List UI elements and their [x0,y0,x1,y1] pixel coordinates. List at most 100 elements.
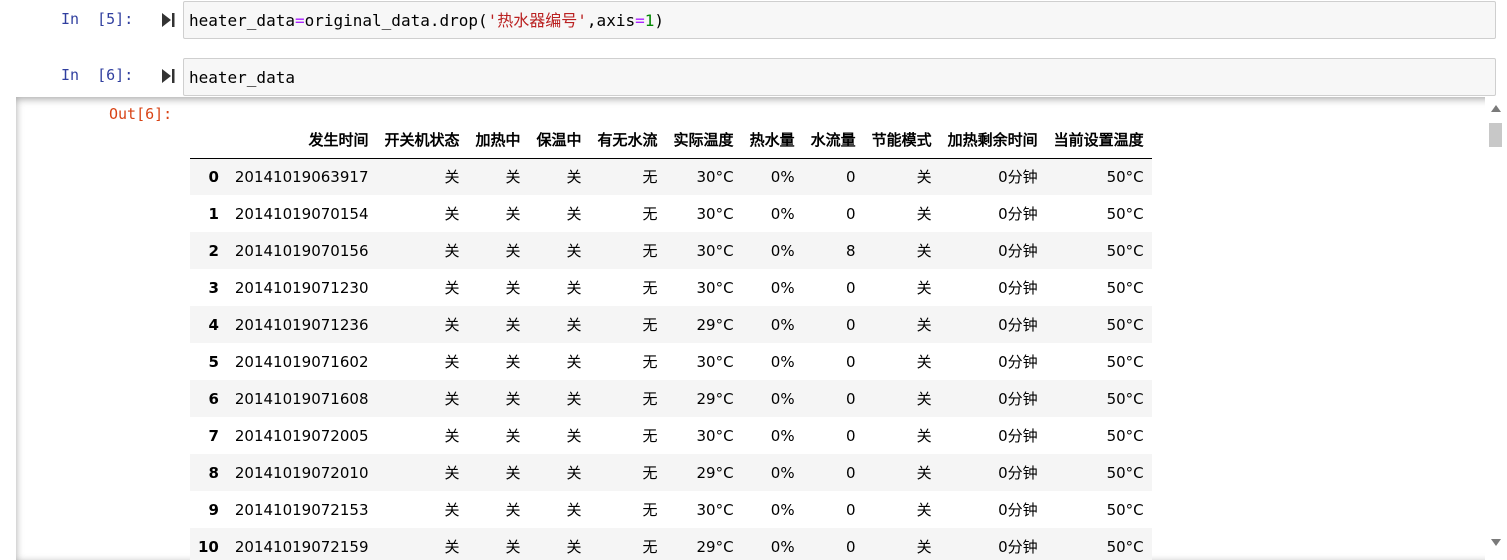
table-cell: 0分钟 [998,390,1038,408]
table-cell: 0% [770,278,795,297]
table-cell: 关 [916,279,932,297]
table-cell: 20141019071230 [234,278,369,297]
table-cell: 关 [444,242,460,260]
table-cell: 关 [916,316,932,334]
table-cell: 关 [444,279,460,297]
table-cell: 0 [846,537,856,556]
table-cell: 50°C [1106,537,1144,556]
table-cell: 关 [444,353,460,371]
row-index: 6 [208,389,219,408]
table-cell: 关 [566,316,582,334]
table-cell: 关 [505,316,521,334]
table-cell: 关 [444,427,460,445]
table-cell: 20141019071608 [234,389,369,408]
scroll-thumb[interactable] [1489,123,1502,147]
scroll-down-arrow-icon[interactable] [1491,539,1501,546]
table-cell: 0% [770,204,795,223]
table-cell: 0分钟 [998,168,1038,187]
table-cell: 关 [566,242,582,260]
vertical-scrollbar[interactable] [1485,97,1505,560]
output-prompt: Out[6]: [109,105,173,123]
table-row: 6 20141019071608 关 关 关 无 29°C 0% 0 关 0分钟 50°C [190,380,1152,417]
table-cell: 关 [566,538,582,556]
row-index: 4 [208,315,219,334]
run-cell-icon[interactable] [161,68,175,84]
table-cell: 无 [642,501,658,519]
table-cell: 关 [505,353,521,371]
code-cell-5[interactable]: In [5]: heater_data=original_data.drop('… [0,0,1507,45]
row-index: 5 [208,352,219,371]
table-cell: 0 [846,315,856,334]
table-cell: 关 [916,242,932,260]
table-cell: 关 [566,464,582,482]
table-cell: 无 [642,316,658,334]
table-cell: 关 [916,205,932,223]
row-index: 2 [208,241,219,260]
row-index: 0 [208,167,219,186]
table-cell: 0分钟 [998,464,1038,482]
code-token: 1 [644,11,655,30]
table-cell: 20141019063917 [234,167,369,186]
code-cell-6[interactable]: In [6]: heater_data [0,55,1507,97]
table-row: 10 20141019072159 关 关 关 无 29°C 0% 0 关 0分钟 50°C [190,528,1152,560]
scroll-up-arrow-icon[interactable] [1491,105,1501,112]
table-cell: 0% [770,500,795,519]
table-cell: 50°C [1106,389,1144,408]
table-cell: 无 [642,464,658,482]
code-token: ) [654,11,665,30]
code-token: '热水器编号' [487,11,587,30]
table-cell: 关 [444,316,460,334]
code-token: heater_data [189,68,295,87]
table-cell: 0分钟 [998,279,1038,297]
code-input[interactable]: heater_data [183,58,1496,96]
table-cell: 50°C [1106,500,1144,519]
table-cell: 关 [505,279,521,297]
table-cell: 29°C [696,463,734,482]
table-cell: 8 [846,241,856,260]
table-cell: 0分钟 [998,501,1038,519]
row-index: 7 [208,426,219,445]
table-cell: 50°C [1106,426,1144,445]
row-index: 3 [208,278,219,297]
table-cell: 50°C [1106,278,1144,297]
table-row: 1 20141019070154 关 关 关 无 30°C 0% 0 关 0分钟 50°C [190,195,1152,232]
table-cell: 无 [642,242,658,260]
column-header: 当前设置温度 [1045,121,1152,159]
table-cell: 20141019070156 [234,241,369,260]
table-cell: 0 [846,500,856,519]
table-cell: 关 [916,353,932,371]
column-header: 水流量 [802,121,864,159]
table-cell: 0分钟 [998,353,1038,371]
table-cell: 关 [505,168,521,187]
table-cell: 关 [566,205,582,223]
output-area[interactable]: Out[6]: 发生时间 开关机状态 加热中 保温中 有无水流 实际温度 热水量 水流量 节能模… [16,97,1505,560]
column-header: 实际温度 [665,121,742,159]
table-cell: 20141019070154 [234,204,369,223]
code-input[interactable]: heater_data=original_data.drop('热水器编号',a… [183,1,1496,39]
run-cell-icon[interactable] [161,12,175,28]
table-cell: 关 [505,390,521,408]
table-cell: 关 [566,168,582,187]
table-cell: 30°C [696,426,734,445]
table-cell: 关 [916,501,932,519]
table-cell: 30°C [696,167,734,186]
code-token: = [635,11,645,30]
index-header [190,121,227,159]
table-cell: 0% [770,167,795,186]
table-cell: 20141019072159 [234,537,369,556]
table-cell: 0% [770,389,795,408]
table-cell: 50°C [1106,241,1144,260]
column-header: 保温中 [528,121,590,159]
code-token: ,axis [586,11,636,30]
table-row: 3 20141019071230 关 关 关 无 30°C 0% 0 关 0分钟 50°C [190,269,1152,306]
table-cell: 关 [566,353,582,371]
table-cell: 0分钟 [998,205,1038,223]
table-cell: 0 [846,352,856,371]
table-cell: 30°C [696,500,734,519]
table-cell: 0 [846,426,856,445]
code-token: = [294,11,305,30]
table-cell: 0% [770,426,795,445]
table-cell: 0% [770,352,795,371]
table-row: 8 20141019072010 关 关 关 无 29°C 0% 0 关 0分钟 50°C [190,454,1152,491]
table-cell: 30°C [696,278,734,297]
